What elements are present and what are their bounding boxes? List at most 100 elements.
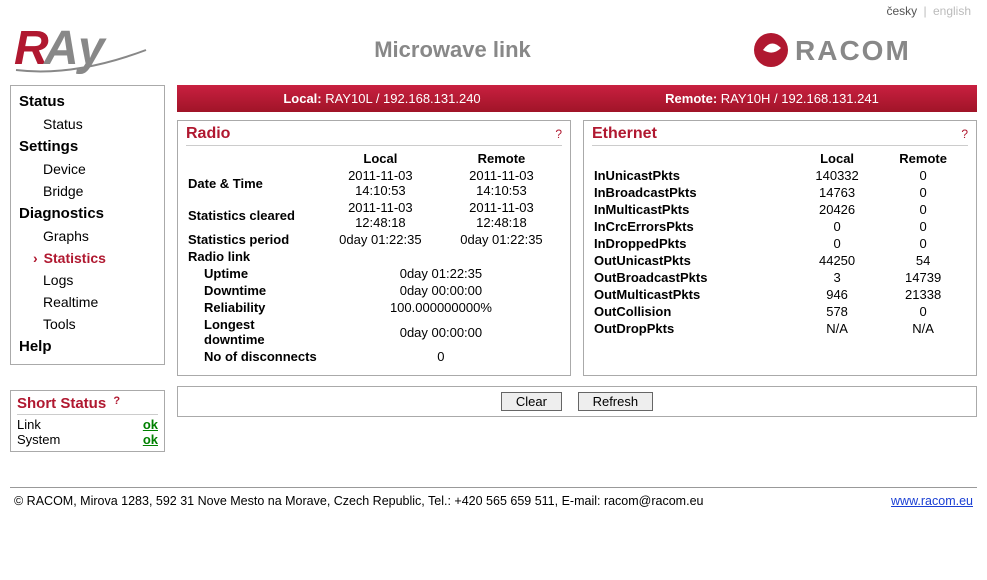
conn-local-value: RAY10L / 192.168.131.240 [325,91,480,106]
radio-longest-value: 0day 00:00:00 [320,316,562,348]
eth-row-remote: 0 [878,167,968,184]
eth-col-remote: Remote [878,150,968,167]
eth-row-local: 20426 [796,201,878,218]
lang-separator: | [924,4,927,18]
nav-item-device[interactable]: Device [11,158,164,180]
table-row: InBroadcastPkts147630 [592,184,968,201]
radio-reliability-value: 100.000000000% [320,299,562,316]
eth-help-icon[interactable]: ? [961,127,968,141]
eth-row-remote: 21338 [878,286,968,303]
ethernet-panel: Ethernet ? Local Remote InUnicastPkts140… [583,120,977,376]
radio-uptime-value: 0day 01:22:35 [320,265,562,282]
eth-row-remote: 54 [878,252,968,269]
radio-panel: Radio ? Local Remote Date & Time 2011-11… [177,120,571,376]
conn-local-label: Local: [283,91,321,106]
lang-en-link[interactable]: english [933,4,971,18]
ray-logo: R A y [14,22,154,77]
nav-head-status[interactable]: Status [11,90,164,113]
eth-row-remote: 0 [878,201,968,218]
radio-reliability-label: Reliability [186,299,320,316]
radio-period-local: 0day 01:22:35 [320,231,441,248]
page-title: Microwave link [154,37,751,63]
eth-row-remote: 0 [878,303,968,320]
radio-disc-label: No of disconnects [186,348,320,365]
eth-col-local: Local [796,150,878,167]
short-status-help-icon[interactable]: ? [113,395,120,407]
svg-text:A: A [43,22,79,75]
eth-row-label: InUnicastPkts [592,167,796,184]
radio-uptime-label: Uptime [186,265,320,282]
eth-row-local: 44250 [796,252,878,269]
radio-datetime-remote: 2011-11-03 14:10:53 [441,167,562,199]
ss-system-value[interactable]: ok [143,432,158,447]
radio-period-remote: 0day 01:22:35 [441,231,562,248]
eth-row-label: OutMulticastPkts [592,286,796,303]
header: R A y Microwave link RACOM [10,18,977,85]
ss-link-value[interactable]: ok [143,417,158,432]
table-row: InUnicastPkts1403320 [592,167,968,184]
eth-row-remote: N/A [878,320,968,337]
eth-row-label: InMulticastPkts [592,201,796,218]
table-row: OutDropPktsN/AN/A [592,320,968,337]
table-row: InCrcErrorsPkts00 [592,218,968,235]
table-row: InDroppedPkts00 [592,235,968,252]
eth-row-remote: 14739 [878,269,968,286]
eth-table: Local Remote InUnicastPkts1403320InBroad… [592,150,968,337]
nav-item-logs[interactable]: Logs [11,269,164,291]
radio-disc-value: 0 [320,348,562,365]
radio-title: Radio [186,125,230,143]
table-row: OutUnicastPkts4425054 [592,252,968,269]
nav-item-graphs[interactable]: Graphs [11,225,164,247]
radio-cleared-remote: 2011-11-03 12:48:18 [441,199,562,231]
nav-head-diagnostics[interactable]: Diagnostics [11,202,164,225]
radio-longest-label: Longest downtime [186,316,320,348]
eth-row-local: 14763 [796,184,878,201]
eth-row-local: 3 [796,269,878,286]
short-status-box: Short Status ? Link ok System ok [10,390,165,452]
radio-col-local: Local [320,150,441,167]
clear-button[interactable]: Clear [501,392,562,411]
footer-text: © RACOM, Mirova 1283, 592 31 Nove Mesto … [14,494,703,508]
radio-downtime-label: Downtime [186,282,320,299]
ss-system-label: System [17,432,60,447]
eth-row-local: 0 [796,218,878,235]
table-row: InMulticastPkts204260 [592,201,968,218]
nav-item-status[interactable]: Status [11,113,164,135]
radio-datetime-local: 2011-11-03 14:10:53 [320,167,441,199]
radio-table: Local Remote Date & Time 2011-11-03 14:1… [186,150,562,365]
eth-row-label: OutCollision [592,303,796,320]
footer-link[interactable]: www.racom.eu [891,494,973,508]
nav-item-realtime[interactable]: Realtime [11,291,164,313]
ss-link-label: Link [17,417,41,432]
eth-row-local: 140332 [796,167,878,184]
svg-text:RACOM: RACOM [795,35,911,66]
radio-datetime-label: Date & Time [186,167,320,199]
radio-col-remote: Remote [441,150,562,167]
nav-item-bridge[interactable]: Bridge [11,180,164,202]
refresh-button[interactable]: Refresh [578,392,654,411]
eth-row-remote: 0 [878,218,968,235]
conn-remote-label: Remote: [665,91,717,106]
table-row: OutMulticastPkts94621338 [592,286,968,303]
eth-row-label: InDroppedPkts [592,235,796,252]
nav-head-settings[interactable]: Settings [11,135,164,158]
nav-item-tools[interactable]: Tools [11,313,164,335]
nav-item-statistics[interactable]: Statistics [11,247,164,269]
short-status-title: Short Status [17,395,106,412]
language-switch: česky | english [10,0,977,18]
radio-cleared-local: 2011-11-03 12:48:18 [320,199,441,231]
radio-link-label: Radio link [186,248,562,265]
nav-head-help[interactable]: Help [11,335,164,358]
lang-cs-link[interactable]: česky [886,4,917,18]
eth-row-label: OutUnicastPkts [592,252,796,269]
eth-row-remote: 0 [878,184,968,201]
eth-row-label: InBroadcastPkts [592,184,796,201]
eth-row-remote: 0 [878,235,968,252]
radio-cleared-label: Statistics cleared [186,199,320,231]
radio-help-icon[interactable]: ? [555,127,562,141]
eth-title: Ethernet [592,125,657,143]
connection-bar: Local: RAY10L / 192.168.131.240 Remote: … [177,85,977,112]
eth-row-local: 0 [796,235,878,252]
eth-row-local: N/A [796,320,878,337]
radio-downtime-value: 0day 00:00:00 [320,282,562,299]
